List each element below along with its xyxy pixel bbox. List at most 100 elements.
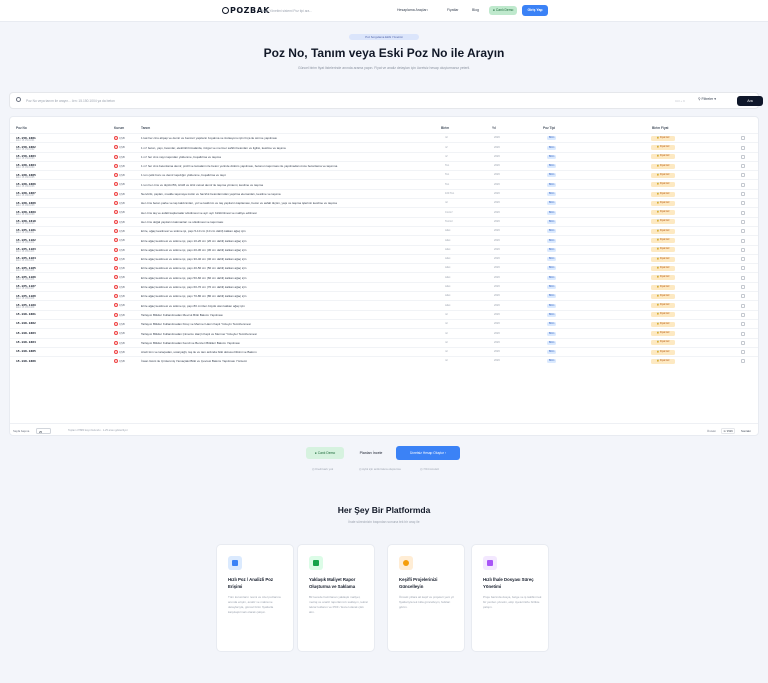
col-header-code[interactable]: Poz No [16, 126, 27, 130]
copy-icon[interactable] [741, 173, 745, 178]
table-row[interactable]: 15.190.1001 ÇŞB Tarlayıcı Bitkiler Kullanı… [10, 309, 758, 319]
copy-icon[interactable] [741, 210, 745, 215]
copy-icon[interactable] [741, 294, 745, 299]
view-price-button[interactable]: 🔒 Fiyat Gör [651, 265, 675, 271]
copy-icon[interactable] [741, 192, 745, 197]
table-row[interactable]: 15.185.1105 Eski: 15.185.1105 ÇŞB El ile ağ… [10, 263, 758, 272]
search-input[interactable]: Poz No veya tanım ile arayın... örn: 15.… [26, 99, 115, 103]
copy-icon[interactable] [741, 182, 745, 187]
view-price-button[interactable]: 🔒 Fiyat Gör [651, 293, 675, 299]
table-row[interactable]: 15.180.1006 Eski: 15.180.1006 ÇŞB 1 ton her… [10, 179, 758, 188]
view-price-button[interactable]: 🔒 Fiyat Gör [651, 219, 675, 225]
nav-blog[interactable]: Blog [472, 8, 479, 12]
table-row[interactable]: 15.185.1106 Eski: 15.185.1106 ÇŞB El ile ağ… [10, 272, 758, 281]
table-row[interactable]: 15.185.1109 Eski: 15.185.1109 ÇŞB El ile ağ… [10, 300, 758, 309]
poz-code[interactable]: 15.190.1005 [16, 349, 36, 353]
view-price-button[interactable]: 🔒 Fiyat Gör [651, 312, 675, 318]
view-price-button[interactable]: 🔒 Fiyat Gör [651, 191, 675, 197]
cta-plans-button[interactable]: Planları İncele [351, 447, 391, 459]
copy-icon[interactable] [741, 266, 745, 271]
copy-icon[interactable] [741, 164, 745, 169]
copy-icon[interactable] [741, 359, 745, 364]
filters-button[interactable]: ⚲ Filtreler ▾ [698, 97, 716, 101]
table-row[interactable]: 15.190.1003 ÇŞB Tarlayıcı Bitkiler Kullanı… [10, 328, 758, 337]
nav-pricing[interactable]: Fiyatlar [447, 8, 458, 12]
view-price-button[interactable]: 🔒 Fiyat Gör [651, 228, 675, 234]
login-button[interactable]: Giriş Yap [522, 5, 548, 16]
view-price-button[interactable]: 🔒 Fiyat Gör [651, 358, 675, 364]
copy-icon[interactable] [741, 136, 745, 141]
table-row[interactable]: 15.180.1004 Eski: 15.180.1004 ÇŞB 1 m³ her … [10, 160, 758, 170]
table-row[interactable]: 15.190.1004 ÇŞB Tarlayıcı Bitkiler Kullanı… [10, 337, 758, 347]
copy-icon[interactable] [741, 229, 745, 234]
cta-signup-button[interactable]: Ücretsiz Hesap Oluştur › [396, 446, 460, 460]
table-row[interactable]: 15.185.1107 Eski: 15.185.1107 ÇŞB El ile ağ… [10, 281, 758, 291]
view-price-button[interactable]: 🔒 Fiyat Gör [651, 256, 675, 262]
poz-code[interactable]: 15.190.1004 [16, 340, 36, 344]
copy-icon[interactable] [741, 303, 745, 308]
view-price-button[interactable]: 🔒 Fiyat Gör [651, 238, 675, 244]
table-row[interactable]: 15.185.1102 Eski: 15.185.1102 ÇŞB El ile ağ… [10, 235, 758, 244]
copy-icon[interactable] [741, 145, 745, 150]
copy-icon[interactable] [741, 312, 745, 317]
copy-icon[interactable] [741, 350, 745, 355]
view-price-button[interactable]: 🔒 Fiyat Gör [651, 349, 675, 355]
poz-year: 2026 [494, 145, 500, 149]
copy-icon[interactable] [741, 201, 745, 206]
view-price-button[interactable]: 🔒 Fiyat Gör [651, 135, 675, 141]
table-row[interactable]: 15.185.1108 Eski: 15.185.1108 ÇŞB El ile ağ… [10, 291, 758, 300]
table-row[interactable]: 15.185.1101 Eski: 15.185.1101 ÇŞB El ile, a… [10, 225, 758, 235]
poz-code[interactable]: 15.190.1006 [16, 359, 36, 363]
table-row[interactable]: 15.190.1002 ÇŞB Tarlayıcı Bitkiler Kullanı… [10, 318, 758, 328]
per-page-select[interactable]: 25 [36, 427, 51, 434]
copy-icon[interactable] [741, 247, 745, 252]
view-price-button[interactable]: 🔒 Fiyat Gör [651, 182, 675, 188]
view-price-button[interactable]: 🔒 Fiyat Gör [651, 200, 675, 206]
view-price-button[interactable]: 🔒 Fiyat Gör [651, 331, 675, 337]
view-price-button[interactable]: 🔒 Fiyat Gör [651, 284, 675, 290]
next-page-button[interactable]: Sonraki [741, 429, 750, 433]
live-demo-button[interactable]: ● Canlı Demo [489, 6, 518, 15]
cta-demo-button[interactable]: ● Canlı Demo [306, 447, 344, 459]
view-price-button[interactable]: 🔒 Fiyat Gör [651, 172, 675, 178]
view-price-button[interactable]: 🔒 Fiyat Gör [651, 145, 675, 151]
copy-icon[interactable] [741, 340, 745, 345]
table-row[interactable]: 15.180.1010 Eski: 15.180.1010 ÇŞB Her cins … [10, 216, 758, 226]
view-price-button[interactable]: 🔒 Fiyat Gör [651, 247, 675, 253]
header-search-input[interactable]: Proje Yönetimi sistemi Poz tipi ara... [258, 7, 388, 15]
table-row[interactable]: 15.190.1005 ÇŞB Arazi tüm ve taraçadan, us… [10, 346, 758, 356]
copy-icon[interactable] [741, 322, 745, 327]
view-price-button[interactable]: 🔒 Fiyat Gör [651, 321, 675, 327]
table-row[interactable]: 15.150.1002 Eski: 15.150.1002 ÇŞB 1 m³ beto… [10, 142, 758, 151]
table-row[interactable]: 15.150.1003 Eski: 15.150.1003 ÇŞB 1 m³ her … [10, 151, 758, 161]
table-row[interactable]: 15.180.1005 Eski: 15.180.1005 ÇŞB 1 ton çel… [10, 170, 758, 179]
table-row[interactable]: 15.180.1008 Eski: 15.180.1008 ÇŞB Her cins … [10, 198, 758, 207]
table-row[interactable]: 15.150.1001 Eski: 15.150.1001 ÇŞB 1 kat her… [10, 133, 758, 142]
table-row[interactable]: 15.185.1103 Eski: 15.185.1103 ÇŞB El ile ağ… [10, 244, 758, 254]
table-row[interactable]: 15.180.1009 Eski: 15.180.1009 ÇŞB Her cins … [10, 207, 758, 216]
view-price-button[interactable]: 🔒 Fiyat Gör [651, 154, 675, 160]
copy-icon[interactable] [741, 257, 745, 262]
copy-icon[interactable] [741, 238, 745, 243]
poz-code[interactable]: 15.190.1003 [16, 331, 36, 335]
copy-icon[interactable] [741, 331, 745, 336]
poz-code[interactable]: 15.190.1002 [16, 321, 36, 325]
view-price-button[interactable]: 🔒 Fiyat Gör [651, 275, 675, 281]
nav-tools[interactable]: Hesaplama Araçları [397, 8, 428, 12]
copy-icon[interactable] [741, 154, 745, 159]
copy-icon[interactable] [741, 219, 745, 224]
hero-subtitle: Güncel birim fiyat listelerinde anında a… [297, 66, 471, 70]
view-price-button[interactable]: 🔒 Fiyat Gör [651, 340, 675, 346]
table-row[interactable]: 15.180.1007 Eski: 15.180.1007 ÇŞB Nervürlü,… [10, 188, 758, 198]
prev-page-button[interactable]: Önceki [707, 429, 716, 433]
table-row[interactable]: 15.190.1006 ÇŞB İnsan Gücü ile Çimlenmiş Y… [10, 356, 758, 365]
poz-type-badge: Birim [547, 257, 557, 262]
view-price-button[interactable]: 🔒 Fiyat Gör [651, 163, 675, 169]
poz-code[interactable]: 15.190.1001 [16, 312, 36, 316]
search-submit-button[interactable]: Ara [737, 96, 763, 106]
table-row[interactable]: 15.185.1104 Eski: 15.185.1104 ÇŞB El ile ağ… [10, 253, 758, 263]
copy-icon[interactable] [741, 285, 745, 290]
view-price-button[interactable]: 🔒 Fiyat Gör [651, 210, 675, 216]
copy-icon[interactable] [741, 275, 745, 280]
view-price-button[interactable]: 🔒 Fiyat Gör [651, 303, 675, 309]
